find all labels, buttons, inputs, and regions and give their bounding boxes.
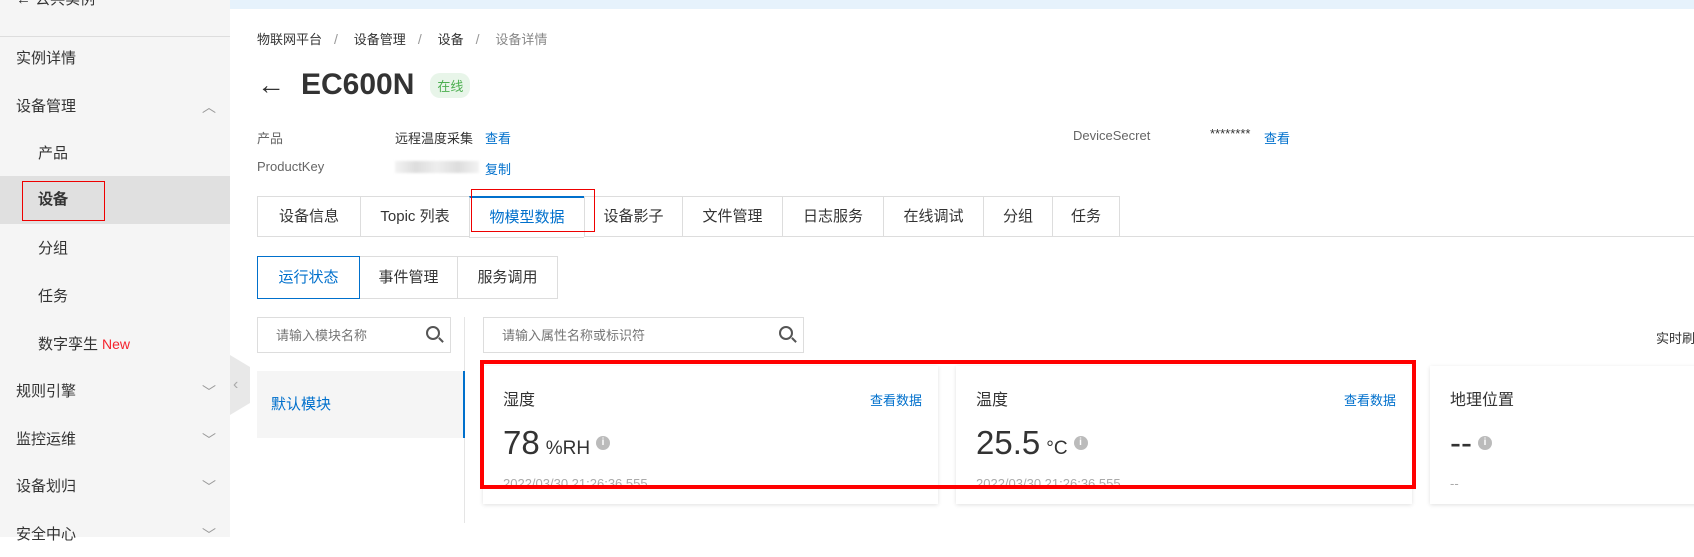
info-icon[interactable]: i (1477, 436, 1492, 450)
tab-log-service[interactable]: 日志服务 (782, 196, 883, 237)
highlight-box (471, 189, 595, 232)
property-search-input[interactable] (484, 318, 756, 352)
property-search[interactable] (483, 317, 804, 353)
productkey-value-blurred (395, 161, 479, 173)
subtab-event-management[interactable]: 事件管理 (359, 256, 458, 299)
search-icon[interactable] (426, 326, 440, 340)
tab-file-management[interactable]: 文件管理 (682, 196, 782, 237)
module-search[interactable] (257, 317, 451, 353)
sidebar-item-digital-twin[interactable]: 数字孪生 New (0, 322, 230, 366)
chevron-down-icon: ﹀ (202, 479, 216, 495)
tab-online-debug[interactable]: 在线调试 (883, 196, 983, 237)
tab-device-info[interactable]: 设备信息 (257, 196, 360, 237)
card-value: -- (1450, 424, 1472, 461)
copy-productkey-link[interactable]: 复制 (485, 159, 511, 178)
search-icon[interactable] (779, 326, 793, 340)
sidebar-item-products[interactable]: 产品 (0, 132, 230, 176)
breadcrumb-device-details: 设备详情 (495, 32, 548, 47)
sidebar-collapse-handle[interactable]: ‹ (230, 355, 250, 415)
sidebar-item-security[interactable]: 安全中心 ﹀ (0, 513, 230, 557)
devicesecret-label: DeviceSecret (1073, 128, 1151, 143)
chevron-left-icon: ‹ (233, 376, 239, 393)
card-timestamp: -- (1450, 476, 1459, 491)
sidebar-item-instance-details[interactable]: 实例详情 (0, 37, 230, 81)
product-value: 远程温度采集 (395, 131, 474, 146)
tab-topic-list[interactable]: Topic 列表 (360, 196, 469, 237)
breadcrumb-device-management[interactable]: 设备管理 (354, 32, 406, 47)
sidebar: ← 公共实例 实例详情 设备管理︿ 产品 设备 分组 任务 数字孪生New 规则… (0, 0, 230, 543)
sidebar-item-monitoring[interactable]: 监控运维 ﹀ (0, 418, 230, 462)
chevron-down-icon: ﹀ (202, 527, 216, 543)
module-item-default[interactable]: 默认模块 (257, 371, 465, 438)
page-header: ← EC600N 在线 (257, 68, 471, 102)
tab-groups[interactable]: 分组 (983, 196, 1052, 237)
view-devicesecret-link[interactable]: 查看 (1264, 128, 1290, 147)
breadcrumb-devices[interactable]: 设备 (438, 32, 464, 47)
sidebar-item-groups[interactable]: 分组 (0, 227, 230, 271)
breadcrumb: 物联网平台 / 设备管理 / 设备 / 设备详情 (257, 31, 548, 47)
tab-jobs[interactable]: 任务 (1052, 196, 1120, 237)
card-title: 地理位置 (1450, 392, 1515, 409)
sidebar-item-rules-engine[interactable]: 规则引擎 ﹀ (0, 370, 230, 414)
breadcrumb-iot-platform[interactable]: 物联网平台 (257, 32, 322, 47)
sidebar-item-device-management[interactable]: 设备管理 ︿ (0, 85, 230, 129)
sidebar-item-device-assignment[interactable]: 设备划归 ﹀ (0, 465, 230, 509)
back-arrow-icon[interactable]: ← (257, 69, 285, 101)
status-badge: 在线 (430, 72, 471, 98)
sidebar-item-jobs[interactable]: 任务 (0, 275, 230, 319)
property-card-location: 地理位置 -- i -- (1430, 366, 1694, 504)
subtab-running-status[interactable]: 运行状态 (257, 256, 360, 299)
devicesecret-value: ******** (1210, 126, 1251, 141)
chevron-up-icon: ︿ (202, 99, 216, 115)
module-search-input[interactable] (258, 318, 422, 352)
highlight-box (480, 360, 1416, 489)
realtime-refresh-label[interactable]: 实时刷 (1656, 328, 1694, 347)
top-banner (230, 0, 1694, 9)
subtab-service-invocation[interactable]: 服务调用 (457, 256, 558, 299)
product-label: 产品 (257, 131, 284, 146)
chevron-down-icon: ﹀ (202, 384, 216, 400)
productkey-label: ProductKey (257, 159, 325, 174)
chevron-down-icon: ﹀ (202, 432, 216, 448)
new-badge: New (102, 336, 131, 352)
back-to-instances[interactable]: ← 公共实例 (16, 0, 95, 9)
view-product-link[interactable]: 查看 (485, 128, 511, 147)
highlight-box (22, 181, 105, 221)
tab-device-shadow[interactable]: 设备影子 (584, 196, 682, 237)
page-title: EC600N (301, 68, 415, 101)
arrow-left-icon: ← (16, 0, 31, 8)
